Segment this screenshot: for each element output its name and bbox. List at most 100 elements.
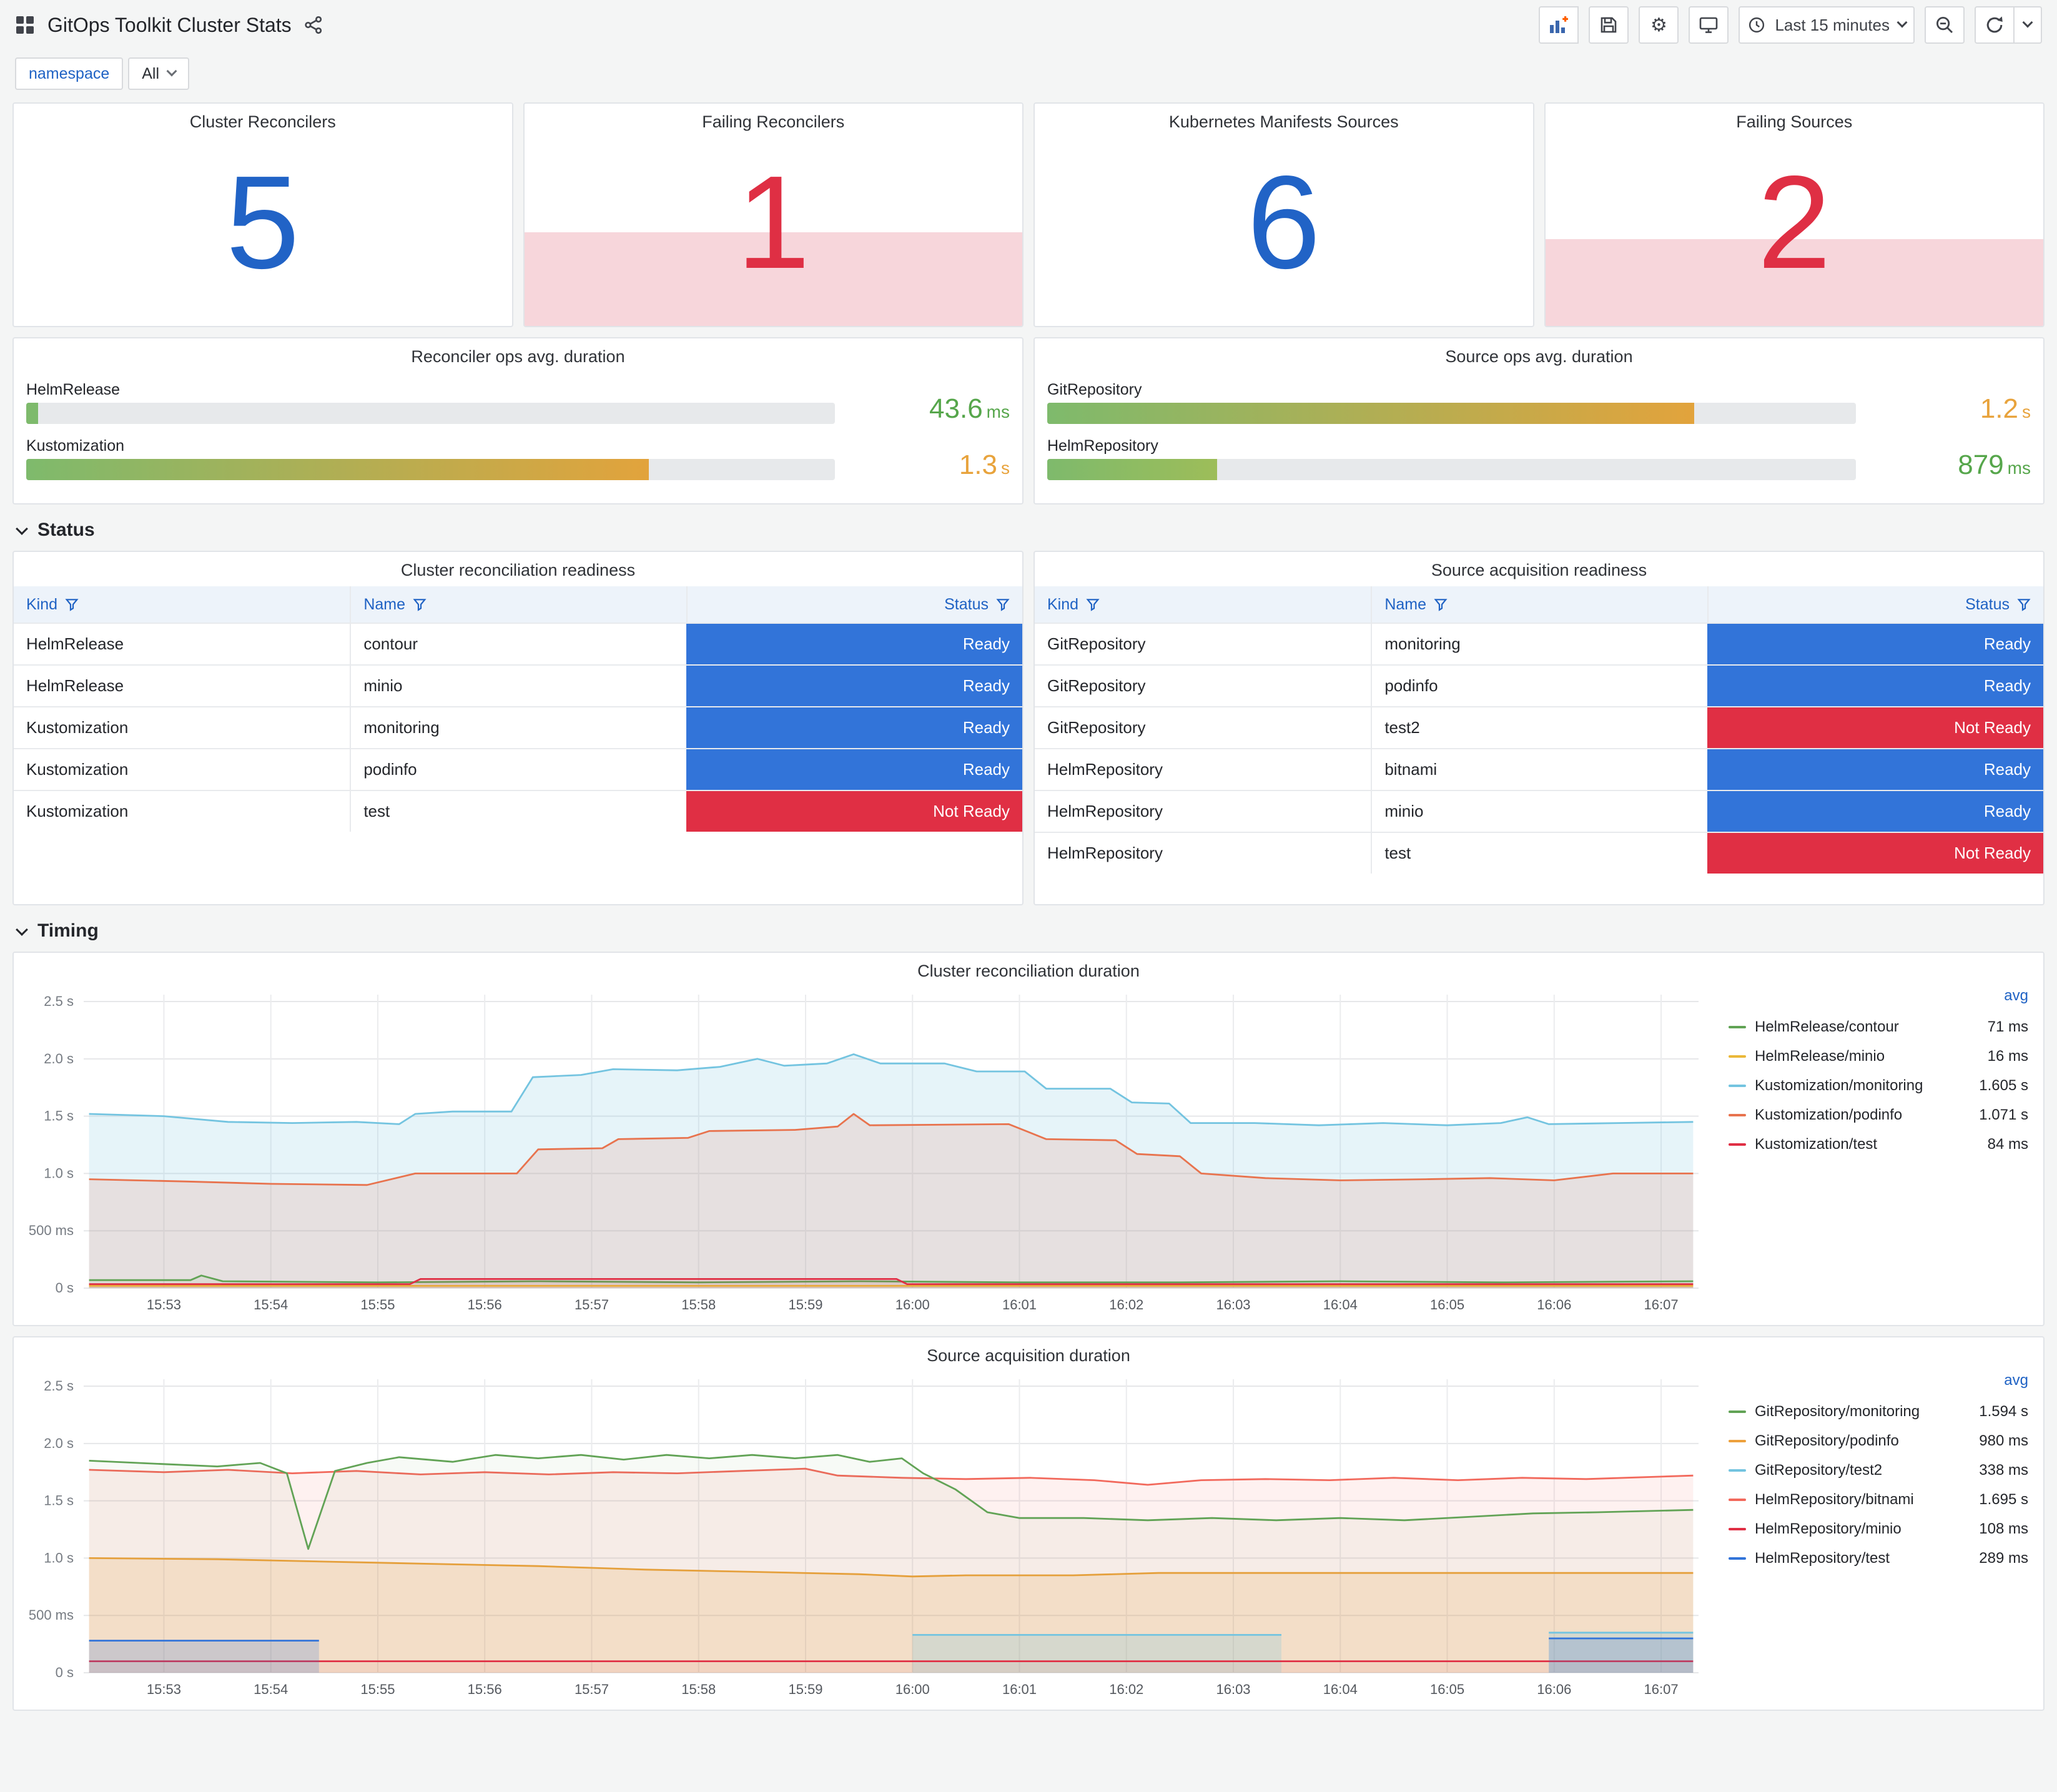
status-badge: Ready	[1707, 748, 2043, 790]
panel-title[interactable]: Source acquisition readiness	[1035, 552, 2043, 581]
share-icon[interactable]	[304, 16, 323, 34]
tv-mode-button[interactable]	[1689, 6, 1729, 44]
gauge-panels-row: Reconciler ops avg. duration HelmRelease…	[12, 337, 2045, 505]
gauge-track	[26, 459, 835, 480]
column-header-status[interactable]: Status	[686, 586, 1022, 623]
svg-text:15:55: 15:55	[360, 1681, 395, 1697]
filter-icon[interactable]	[1434, 598, 1448, 611]
refresh-button[interactable]	[1975, 6, 2015, 44]
gauge-label: HelmRepository	[1047, 437, 1158, 455]
panel-title[interactable]: Source ops avg. duration	[1047, 338, 2031, 368]
chart-plot-area[interactable]: 0 s 500 ms 1.0 s 1.5 s 2.0 s 2.5 s 15:53 15:54 1…	[24, 1367, 1711, 1702]
gauge-value: 43.6 ms	[929, 393, 1010, 424]
svg-text:15:54: 15:54	[254, 1681, 288, 1697]
legend-item[interactable]: HelmRepository/test 289 ms	[1729, 1543, 2028, 1573]
legend-item[interactable]: GitRepository/podinfo 980 ms	[1729, 1426, 2028, 1455]
svg-text:15:58: 15:58	[681, 1681, 716, 1697]
table-cell-kind: GitRepository	[1035, 623, 1371, 664]
table-cell-kind: HelmRepository	[1035, 832, 1371, 874]
filter-icon[interactable]	[65, 598, 79, 611]
column-header-kind[interactable]: Kind	[1035, 586, 1371, 623]
svg-text:1.5 s: 1.5 s	[44, 1108, 74, 1124]
filter-icon[interactable]	[996, 598, 1010, 611]
add-panel-button[interactable]	[1539, 6, 1579, 44]
legend-avg-header[interactable]: avg	[1729, 1372, 2028, 1397]
dashboard-grid-icon[interactable]	[15, 15, 35, 35]
filter-icon[interactable]	[413, 598, 427, 611]
filter-icon[interactable]	[1086, 598, 1100, 611]
table-cell-name: monitoring	[1371, 623, 1707, 664]
save-dashboard-button[interactable]	[1589, 6, 1629, 44]
stat-value: 1	[736, 147, 811, 296]
gauge-track	[26, 403, 835, 424]
variable-namespace-label[interactable]: namespace	[15, 57, 124, 90]
panel-title[interactable]: Cluster reconciliation readiness	[14, 552, 1022, 581]
stat-panel-manifests-sources: Kubernetes Manifests Sources 6	[1033, 102, 1534, 327]
series-color-dash	[1729, 1143, 1746, 1146]
settings-gear-button[interactable]: ⚙	[1639, 6, 1679, 44]
legend-item[interactable]: HelmRelease/minio 16 ms	[1729, 1041, 2028, 1071]
legend-item[interactable]: HelmRepository/bitnami 1.695 s	[1729, 1485, 2028, 1514]
svg-text:2.5 s: 2.5 s	[44, 993, 74, 1009]
svg-text:15:57: 15:57	[575, 1297, 609, 1312]
svg-text:16:05: 16:05	[1430, 1297, 1464, 1312]
status-badge: Ready	[686, 748, 1022, 790]
table-cell-name: podinfo	[350, 748, 686, 790]
svg-text:500 ms: 500 ms	[29, 1223, 74, 1238]
svg-text:1.0 s: 1.0 s	[44, 1550, 74, 1565]
stat-panel-failing-reconcilers: Failing Reconcilers 1	[523, 102, 1024, 327]
status-badge: Ready	[686, 623, 1022, 664]
panel-title[interactable]: Reconciler ops avg. duration	[26, 338, 1010, 368]
svg-text:500 ms: 500 ms	[29, 1607, 74, 1623]
gauge-bar	[1047, 459, 1217, 480]
variable-namespace-value-dropdown[interactable]: All	[128, 57, 190, 90]
refresh-interval-dropdown[interactable]	[2015, 6, 2042, 44]
section-row-timing[interactable]: Timing	[12, 905, 2045, 952]
svg-text:16:01: 16:01	[1002, 1681, 1037, 1697]
table-cell-name: minio	[1371, 790, 1707, 832]
series-color-dash	[1729, 1557, 1746, 1560]
svg-text:16:02: 16:02	[1109, 1681, 1143, 1697]
legend-item[interactable]: HelmRepository/minio 108 ms	[1729, 1514, 2028, 1543]
svg-text:2.0 s: 2.0 s	[44, 1051, 74, 1066]
table-cell-name: monitoring	[350, 706, 686, 748]
chart-plot-area[interactable]: 0 s 500 ms 1.0 s 1.5 s 2.0 s 2.5 s 15:53 15:54 1…	[24, 982, 1711, 1317]
gauge-value: 1.3 s	[959, 450, 1010, 480]
legend-item[interactable]: Kustomization/podinfo 1.071 s	[1729, 1100, 2028, 1130]
zoom-out-button[interactable]	[1925, 6, 1965, 44]
status-badge: Ready	[686, 664, 1022, 706]
legend-avg-header[interactable]: avg	[1729, 987, 2028, 1012]
panel-title[interactable]: Cluster reconciliation duration	[24, 953, 2033, 982]
column-header-status[interactable]: Status	[1707, 586, 2043, 623]
column-header-kind[interactable]: Kind	[14, 586, 350, 623]
chart-legend: avg GitRepository/monitoring 1.594 s GitRep…	[1711, 1367, 2033, 1702]
gauge-panel-source-ops: Source ops avg. duration GitRepository 1…	[1033, 337, 2045, 505]
table-cell-name: test	[1371, 832, 1707, 874]
legend-item[interactable]: GitRepository/monitoring 1.594 s	[1729, 1397, 2028, 1426]
svg-text:16:03: 16:03	[1216, 1297, 1250, 1312]
status-badge: Ready	[1707, 623, 2043, 664]
svg-text:16:00: 16:00	[895, 1297, 930, 1312]
filter-icon[interactable]	[2017, 598, 2031, 611]
variables-row: namespace All	[0, 50, 2057, 102]
column-header-name[interactable]: Name	[1371, 586, 1707, 623]
legend-item[interactable]: Kustomization/monitoring 1.605 s	[1729, 1071, 2028, 1100]
table-panel-cluster-readiness: Cluster reconciliation readiness Kind Nam…	[12, 551, 1024, 905]
legend-item[interactable]: Kustomization/test 84 ms	[1729, 1130, 2028, 1159]
gauge-track	[1047, 403, 1856, 424]
gauge-value: 1.2 s	[1980, 393, 2031, 424]
section-row-status[interactable]: Status	[12, 505, 2045, 551]
series-color-dash	[1729, 1084, 1746, 1087]
series-color-dash	[1729, 1498, 1746, 1501]
panel-title[interactable]: Source acquisition duration	[24, 1337, 2033, 1367]
svg-text:2.5 s: 2.5 s	[44, 1378, 74, 1394]
legend-item[interactable]: GitRepository/test2 338 ms	[1729, 1455, 2028, 1485]
time-range-picker[interactable]: Last 15 minutes	[1739, 6, 1915, 44]
status-badge: Ready	[1707, 664, 2043, 706]
svg-text:16:07: 16:07	[1644, 1297, 1679, 1312]
legend-item[interactable]: HelmRelease/contour 71 ms	[1729, 1012, 2028, 1041]
table-cell-name: test2	[1371, 706, 1707, 748]
top-nav: GitOps Toolkit Cluster Stats ⚙ Last 15 m…	[0, 0, 2057, 50]
table-panel-source-readiness: Source acquisition readiness Kind Name Sta…	[1033, 551, 2045, 905]
column-header-name[interactable]: Name	[350, 586, 686, 623]
